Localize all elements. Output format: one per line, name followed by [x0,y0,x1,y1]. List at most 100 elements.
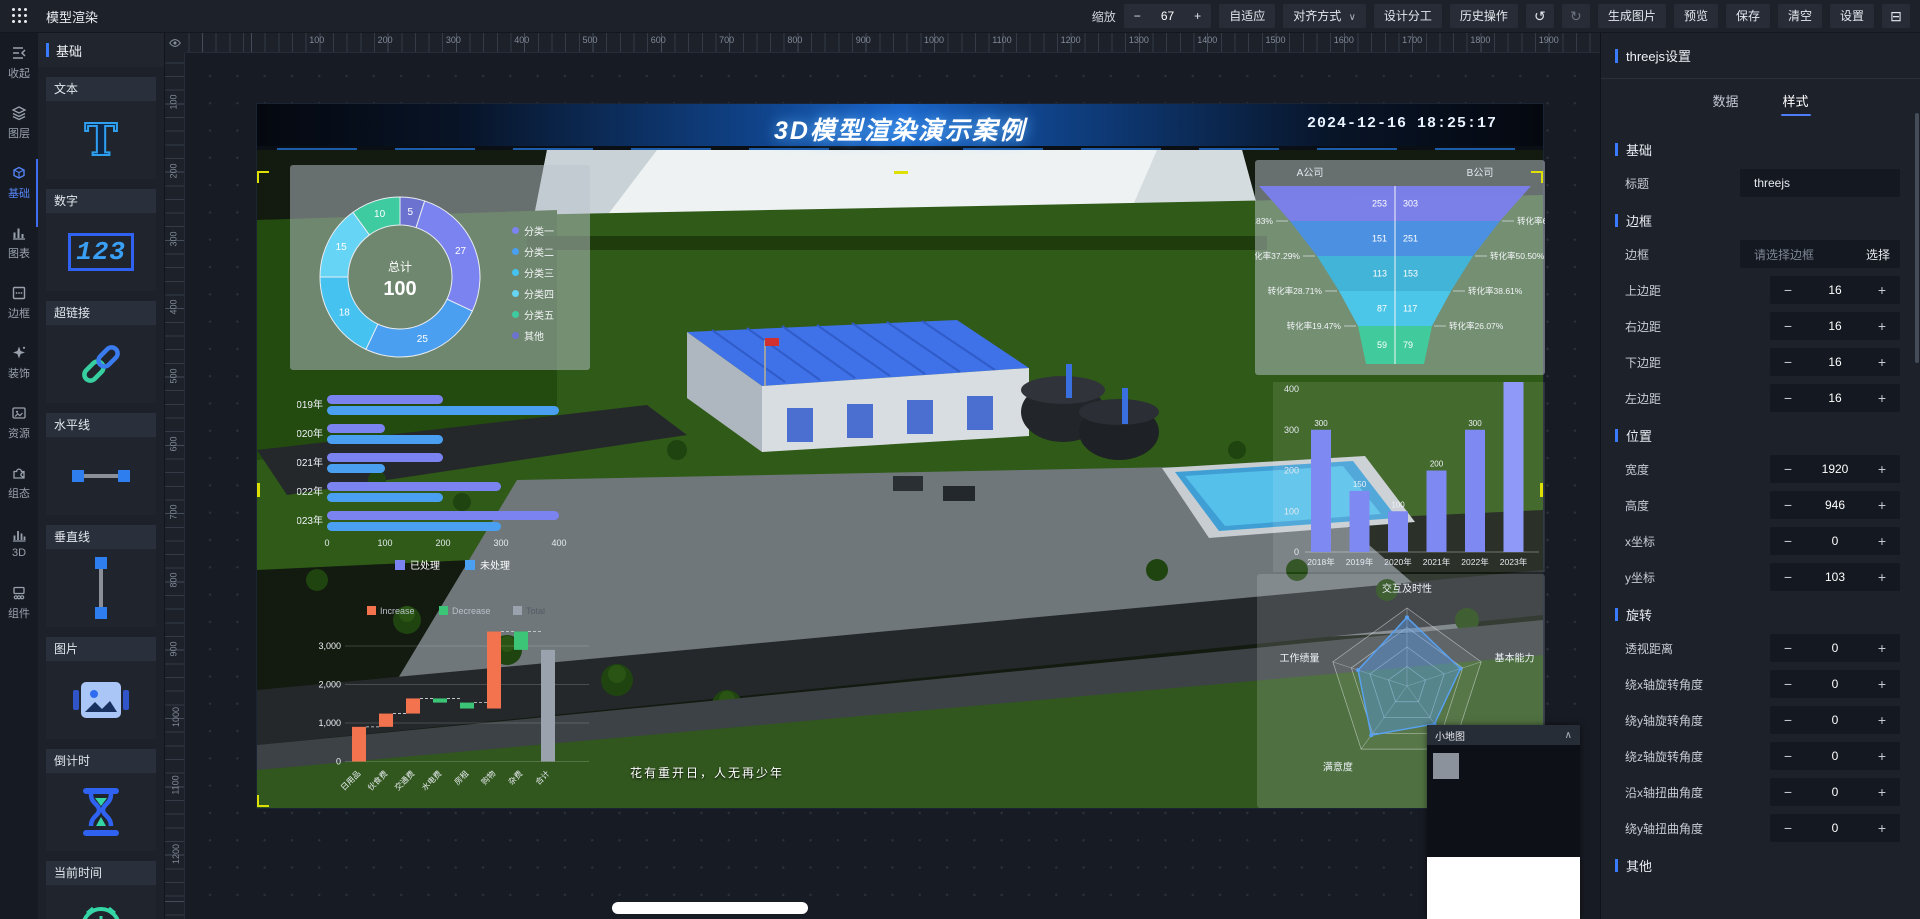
zoom-in-button[interactable]: + [1184,9,1211,23]
minimap-map[interactable] [1427,857,1580,919]
decrease-button[interactable]: − [1770,748,1806,764]
dashboard-preview[interactable]: 3D模型渲染演示案例 2024-12-16 18:25:17 527251815… [257,104,1543,808]
minimap-viewport[interactable] [1433,753,1459,779]
legend-item[interactable]: 分类一 [512,223,554,238]
panel-scrollbar[interactable] [1915,113,1919,363]
app-grid-icon[interactable] [12,8,28,24]
decrease-button[interactable]: − [1770,712,1806,728]
decrease-button[interactable]: − [1770,676,1806,692]
increase-button[interactable]: + [1864,640,1900,656]
stepper-value[interactable]: 0 [1806,749,1864,763]
increase-button[interactable]: + [1864,318,1900,334]
increase-button[interactable]: + [1864,569,1900,585]
legend-item[interactable]: 分类二 [512,244,554,259]
stepper-value[interactable]: 0 [1806,641,1864,655]
legend-item[interactable]: 其他 [512,328,554,343]
legend-item[interactable]: 分类三 [512,265,554,280]
component-item-text[interactable]: 文本T [46,77,156,179]
stepper-value[interactable]: 16 [1806,391,1864,405]
choose-button[interactable]: 选择 [1866,246,1890,263]
increase-button[interactable]: + [1864,784,1900,800]
redo-icon[interactable]: ↻ [1562,4,1590,28]
stepper-value[interactable]: 103 [1806,570,1864,584]
horizontal-scrollbar[interactable] [612,902,808,914]
history-button[interactable]: 历史操作 [1450,4,1518,28]
stepper-value[interactable]: 0 [1806,821,1864,835]
hbar-chart[interactable]: 2019年2020年2021年2022年2023年0100200300400已处… [297,390,627,590]
zoom-value[interactable]: 67 [1151,9,1184,23]
increase-button[interactable]: + [1864,282,1900,298]
increase-button[interactable]: + [1864,390,1900,406]
waterfall-chart[interactable]: IncreaseDecreaseTotal3,0002,0001,0000日用品… [297,600,597,808]
rail-item-collapse[interactable]: 收起 [0,33,38,93]
vbar-chart[interactable]: 40030020010003002018年1502019年1002020年200… [1273,382,1545,572]
zoom-out-button[interactable]: − [1124,9,1151,23]
tab-data[interactable]: 数据 [1712,91,1738,116]
funnel-chart[interactable]: A公司B公司253303151251113153871175979转化率43.8… [1255,160,1545,375]
increase-button[interactable]: + [1864,712,1900,728]
decrease-button[interactable]: − [1770,640,1806,656]
increase-button[interactable]: + [1864,497,1900,513]
increase-button[interactable]: + [1864,676,1900,692]
tab-style[interactable]: 样式 [1783,91,1809,116]
rail-item-decorate[interactable]: 装饰 [0,333,38,393]
decrease-button[interactable]: − [1770,461,1806,477]
component-item-vline[interactable]: 垂直线 [46,525,156,627]
legend-item[interactable]: 分类四 [512,286,554,301]
align-dropdown[interactable]: 对齐方式 ∨ [1283,4,1366,28]
decrease-button[interactable]: − [1770,569,1806,585]
undo-icon[interactable]: ↺ [1526,4,1554,28]
selection-handle[interactable] [257,483,260,497]
clear-button[interactable]: 清空 [1778,4,1822,28]
editor-canvas[interactable]: 1002003004005006007008009001000110012001… [165,33,1600,919]
design-division-button[interactable]: 设计分工 [1374,4,1442,28]
increase-button[interactable]: + [1864,354,1900,370]
selection-handle[interactable] [894,171,908,174]
rail-item-widget[interactable]: 组件 [0,573,38,633]
minimap-body[interactable] [1427,745,1580,857]
rail-item-layers[interactable]: 图层 [0,93,38,153]
decrease-button[interactable]: − [1770,318,1806,334]
selection-corner[interactable] [257,171,269,183]
minimap-header[interactable]: 小地图 ∧ [1427,725,1580,745]
component-item-link[interactable]: 超链接 [46,301,156,403]
increase-button[interactable]: + [1864,748,1900,764]
preview-button[interactable]: 预览 [1674,4,1718,28]
decrease-button[interactable]: − [1770,533,1806,549]
fit-button[interactable]: 自适应 [1219,4,1275,28]
rail-item-resource[interactable]: 资源 [0,393,38,453]
settings-button[interactable]: 设置 [1830,4,1874,28]
donut-chart[interactable]: 52725181510总计100 分类一分类二分类三分类四分类五其他 [290,165,590,370]
stepper-value[interactable]: 0 [1806,534,1864,548]
component-item-countdown[interactable]: 倒计时 [46,749,156,851]
increase-button[interactable]: + [1864,461,1900,477]
stepper-value[interactable]: 16 [1806,355,1864,369]
legend-item[interactable]: 分类五 [512,307,554,322]
title-input[interactable]: threejs [1740,169,1900,197]
component-item-hline[interactable]: 水平线 [46,413,156,515]
rail-item-chart[interactable]: 图表 [0,213,38,273]
panel-toggle-icon[interactable]: ⊟ [1882,4,1910,28]
border-select[interactable]: 请选择边框选择 [1740,240,1900,268]
selection-corner[interactable] [1531,171,1543,183]
rail-item-config[interactable]: 组态 [0,453,38,513]
component-item-image[interactable]: 图片 [46,637,156,739]
stepper-value[interactable]: 0 [1806,713,1864,727]
stepper-value[interactable]: 16 [1806,283,1864,297]
stepper-value[interactable]: 16 [1806,319,1864,333]
stepper-value[interactable]: 946 [1806,498,1864,512]
increase-button[interactable]: + [1864,533,1900,549]
stepper-value[interactable]: 0 [1806,785,1864,799]
decrease-button[interactable]: − [1770,354,1806,370]
eye-icon[interactable] [165,33,185,53]
chevron-up-icon[interactable]: ∧ [1565,730,1572,741]
selection-corner[interactable] [257,795,269,807]
selection-handle[interactable] [1540,483,1543,497]
save-button[interactable]: 保存 [1726,4,1770,28]
decrease-button[interactable]: − [1770,820,1806,836]
decrease-button[interactable]: − [1770,784,1806,800]
rail-item-threed[interactable]: 3D [0,513,38,573]
component-item-number[interactable]: 数字123 [46,189,156,291]
stepper-value[interactable]: 1920 [1806,462,1864,476]
decrease-button[interactable]: − [1770,282,1806,298]
